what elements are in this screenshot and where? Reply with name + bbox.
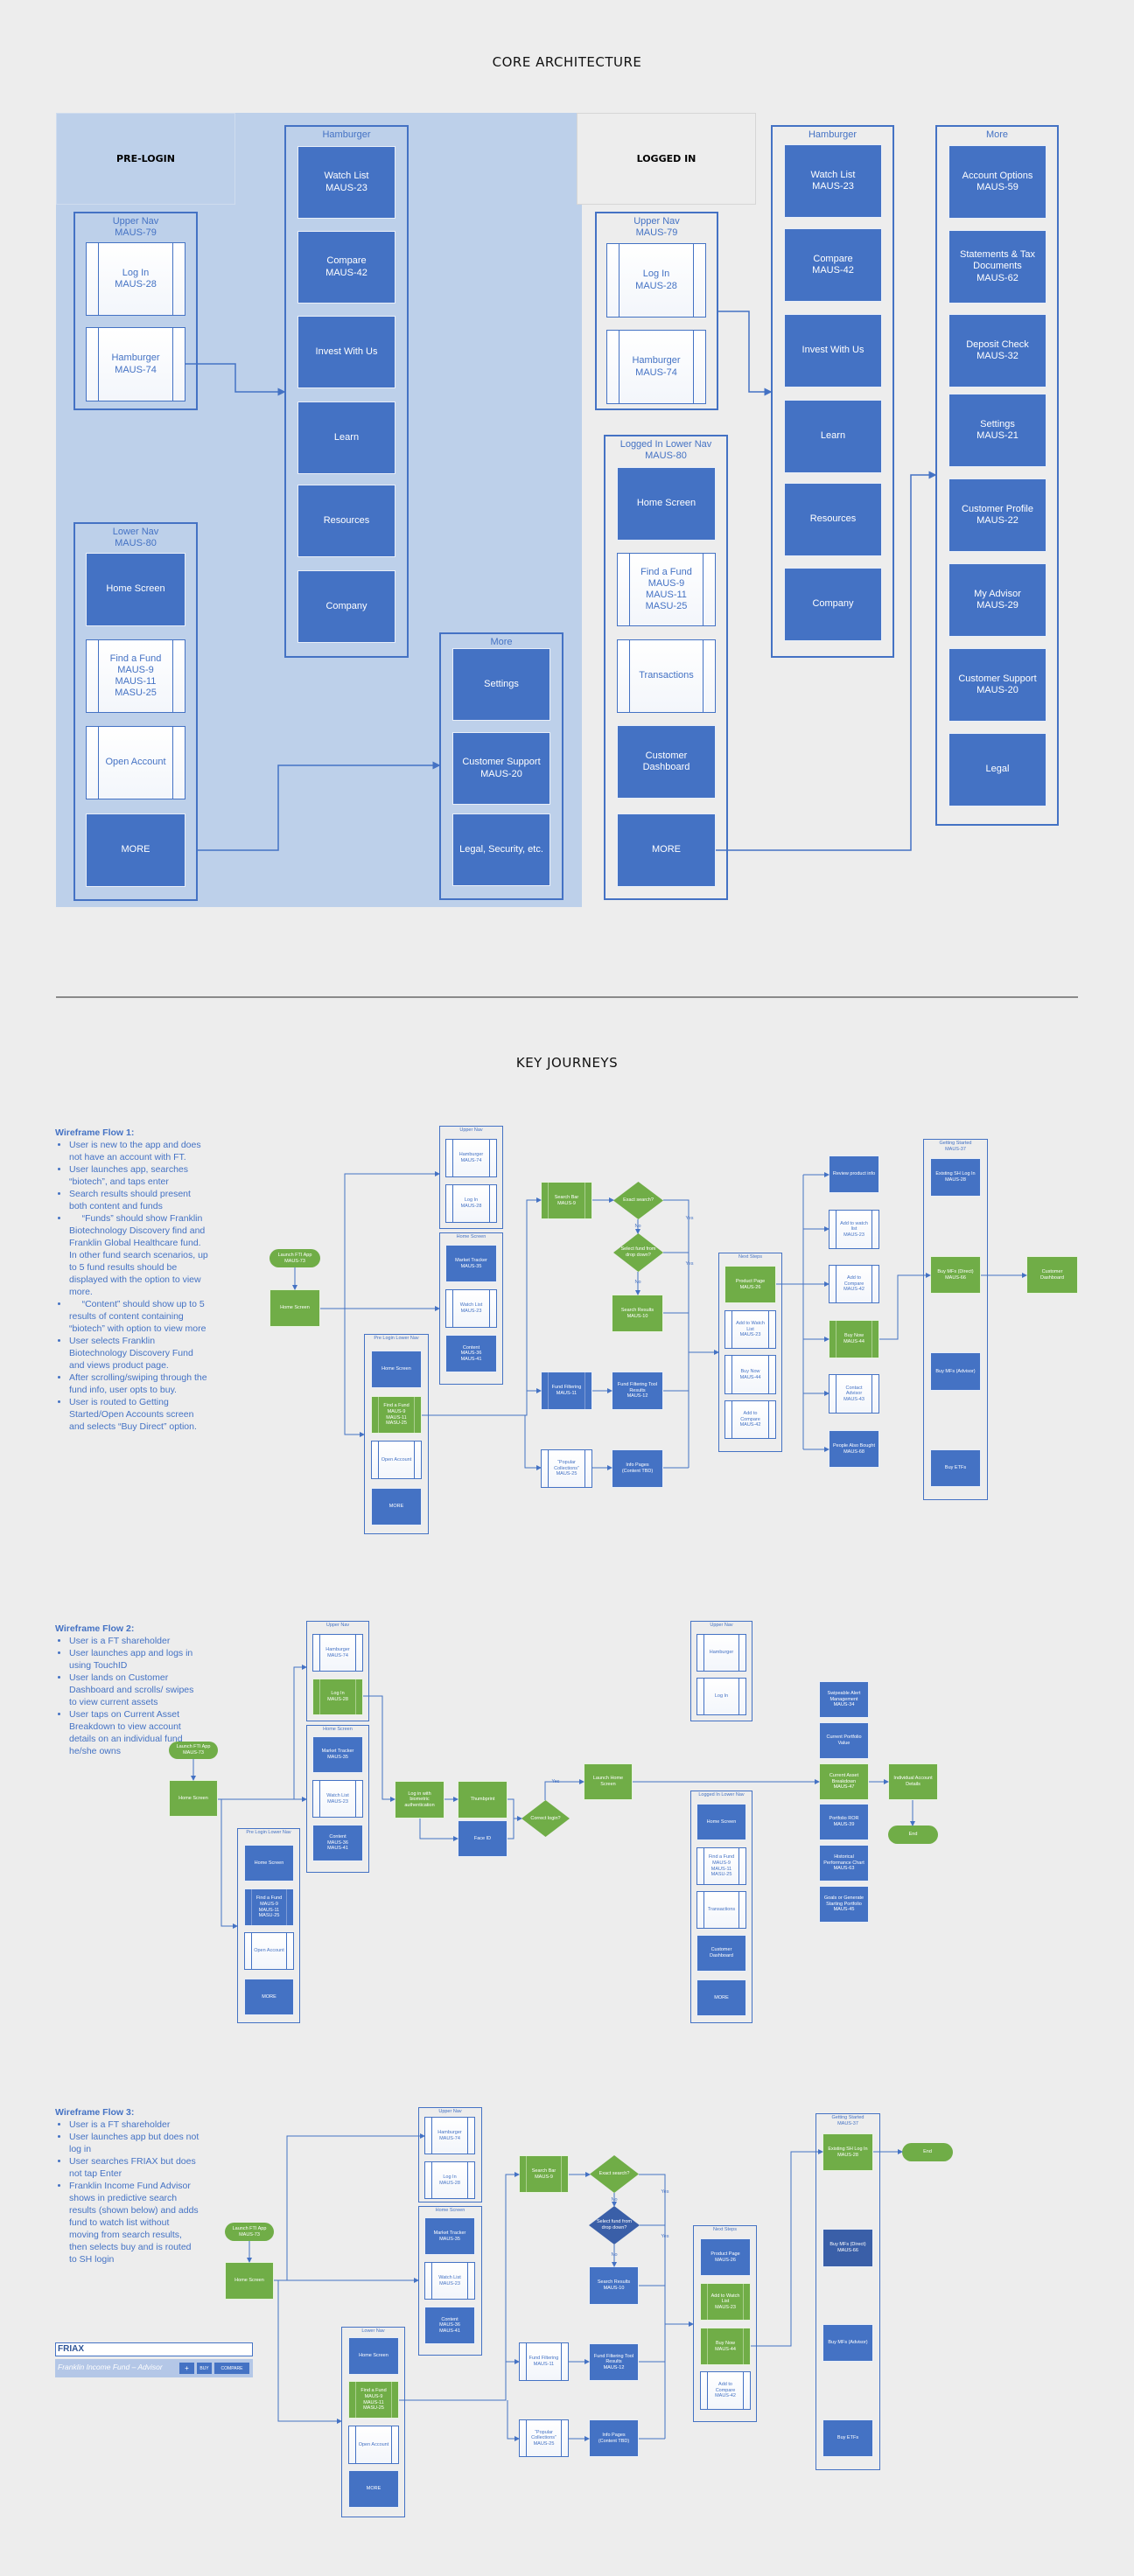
connector-arrow	[363, 1695, 396, 1802]
connector-arrow	[524, 1415, 542, 1470]
connector-arrow	[422, 1197, 542, 1416]
connectors	[186, 311, 1027, 2441]
connector-arrow	[879, 1273, 931, 1340]
connector-arrow	[508, 1798, 514, 1840]
connector-arrow	[718, 311, 773, 396]
connector-arrow	[507, 2400, 520, 2441]
connector-arrow	[544, 1779, 584, 1800]
connector-arrow	[639, 2174, 666, 2439]
connector-arrow	[344, 1309, 365, 1437]
connector-arrow	[218, 1665, 307, 1800]
connector-arrow	[277, 2280, 342, 2424]
connector-arrow	[186, 363, 286, 396]
connector-arrow	[220, 1799, 238, 1929]
connector-arrow	[198, 761, 441, 851]
connector-arrow	[663, 1199, 690, 1468]
connector-arrow	[419, 1819, 458, 1841]
connector-arrow	[751, 2149, 823, 2347]
connector-arrow	[274, 2133, 425, 2281]
connector-arrow	[320, 1171, 440, 1309]
connector-arrow	[716, 471, 937, 851]
connector-arrow	[399, 2172, 520, 2401]
